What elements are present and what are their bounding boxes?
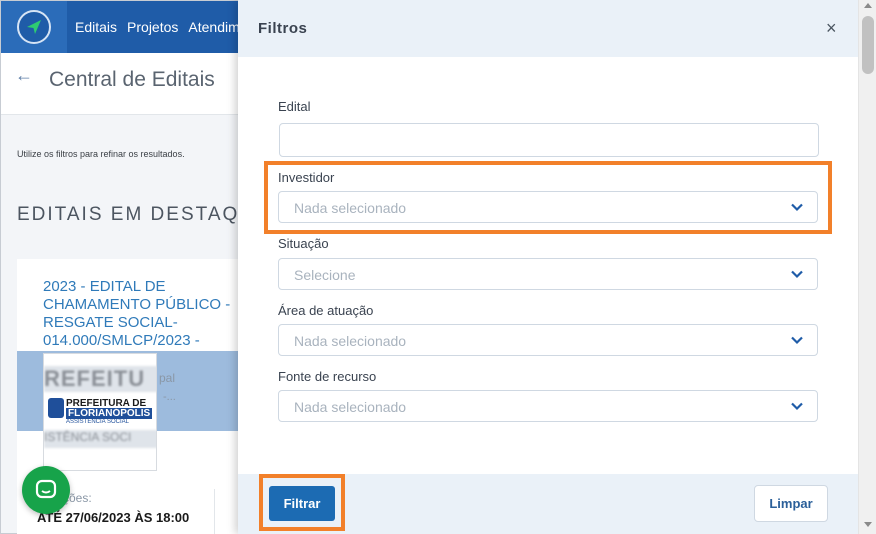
investidor-highlight bbox=[264, 161, 832, 234]
situacao-placeholder: Selecione bbox=[294, 267, 356, 283]
chevron-down-icon bbox=[791, 402, 803, 411]
drawer-header: Filtros × bbox=[238, 0, 858, 57]
scroll-up-arrow-icon[interactable] bbox=[864, 3, 872, 8]
app-logo[interactable] bbox=[1, 1, 67, 53]
area-label: Área de atuação bbox=[278, 303, 374, 318]
edital-input[interactable] bbox=[279, 123, 819, 157]
crest-icon bbox=[48, 398, 64, 418]
logo-blur-top: REFEITU bbox=[44, 366, 156, 392]
logo-icon bbox=[17, 10, 51, 44]
limpar-button[interactable]: Limpar bbox=[754, 485, 828, 522]
nav-item-projetos[interactable]: Projetos bbox=[127, 19, 178, 35]
drawer-title: Filtros bbox=[258, 20, 308, 37]
chevron-down-icon bbox=[791, 336, 803, 345]
situacao-select[interactable]: Selecione bbox=[278, 258, 818, 290]
logo-line-2: FLORIANÓPOLIS bbox=[66, 408, 153, 419]
filter-drawer: Filtros × Edital Investidor Nada selecio… bbox=[238, 0, 876, 534]
card-title-text: 2023 - EDITAL DE CHAMAMENTO PÚBLICO -RES… bbox=[43, 278, 231, 331]
page-title: Central de Editais bbox=[49, 68, 215, 91]
back-arrow-icon[interactable]: ← bbox=[15, 65, 33, 86]
area-placeholder: Nada selecionado bbox=[294, 333, 407, 349]
logo-line-3: ASSISTÊNCIA SOCIAL bbox=[66, 419, 130, 425]
section-title: EDITAIS EM DESTAQ bbox=[17, 204, 240, 225]
drawer-scrollbar[interactable] bbox=[858, 0, 876, 534]
card-band-text-2: -... bbox=[163, 391, 176, 403]
situacao-label: Situação bbox=[278, 236, 329, 251]
chevron-down-icon bbox=[791, 270, 803, 279]
filter-hint: Utilize os filtros para refinar os resul… bbox=[17, 149, 185, 159]
logo-blur-bottom: ISTÊNCIA SOCI bbox=[44, 430, 156, 448]
nav-menu: Editais Projetos Atendime bbox=[75, 19, 248, 35]
fonte-label: Fonte de recurso bbox=[278, 369, 377, 384]
filtrar-highlight bbox=[259, 474, 345, 531]
area-select[interactable]: Nada selecionado bbox=[278, 324, 818, 356]
close-icon[interactable]: × bbox=[826, 18, 837, 39]
card-band-text: pal bbox=[159, 371, 176, 385]
edital-label: Edital bbox=[278, 99, 311, 114]
fonte-placeholder: Nada selecionado bbox=[294, 399, 407, 415]
scroll-down-arrow-icon[interactable] bbox=[864, 522, 872, 527]
deadline-value: ATÉ 27/06/2023 ÀS 18:00 bbox=[37, 510, 190, 525]
card-title-cut: 014.000/SMLCP/2023 - bbox=[43, 332, 200, 349]
prefeitura-logo-image: REFEITU PREFEITURA DE FLORIANÓPOLIS ASSI… bbox=[43, 353, 157, 471]
chat-icon bbox=[35, 479, 57, 499]
chat-button[interactable] bbox=[22, 466, 70, 514]
fonte-select[interactable]: Nada selecionado bbox=[278, 390, 818, 422]
scroll-thumb[interactable] bbox=[862, 16, 874, 74]
nav-item-editais[interactable]: Editais bbox=[75, 19, 117, 35]
card-title[interactable]: 2023 - EDITAL DE CHAMAMENTO PÚBLICO -RES… bbox=[43, 278, 243, 350]
